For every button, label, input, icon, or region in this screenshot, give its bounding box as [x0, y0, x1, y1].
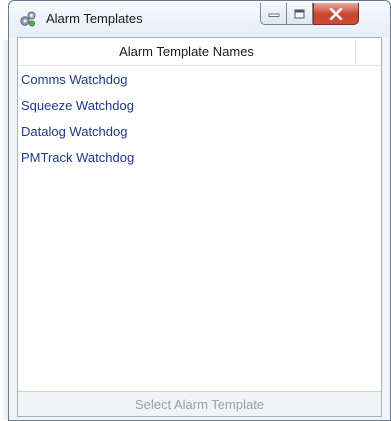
- alarm-template-list-panel: Alarm Template Names Comms Watchdog Sque…: [17, 37, 382, 417]
- list-item[interactable]: Squeeze Watchdog: [18, 93, 381, 119]
- close-button[interactable]: [313, 3, 359, 25]
- list-item[interactable]: PMTrack Watchdog: [18, 145, 381, 171]
- alarm-template-list: Comms Watchdog Squeeze Watchdog Datalog …: [18, 67, 381, 171]
- maximize-icon: [294, 9, 305, 18]
- window-title: Alarm Templates: [46, 11, 143, 26]
- select-alarm-template-button[interactable]: Select Alarm Template: [18, 391, 381, 416]
- list-header: Alarm Template Names: [18, 38, 381, 66]
- list-item[interactable]: Datalog Watchdog: [18, 119, 381, 145]
- title-bar[interactable]: Alarm Templates: [9, 1, 390, 37]
- minimize-icon: [268, 13, 279, 17]
- minimize-button[interactable]: [260, 3, 287, 25]
- maximize-button[interactable]: [287, 3, 313, 25]
- close-icon: [329, 7, 343, 20]
- column-header-alarm-template-names[interactable]: Alarm Template Names: [18, 38, 356, 65]
- list-item[interactable]: Comms Watchdog: [18, 67, 381, 93]
- alarm-templates-window: Alarm Templates Alarm Template Names Com…: [8, 0, 391, 421]
- app-gears-icon: [20, 11, 36, 27]
- background-shadow: [0, 40, 8, 420]
